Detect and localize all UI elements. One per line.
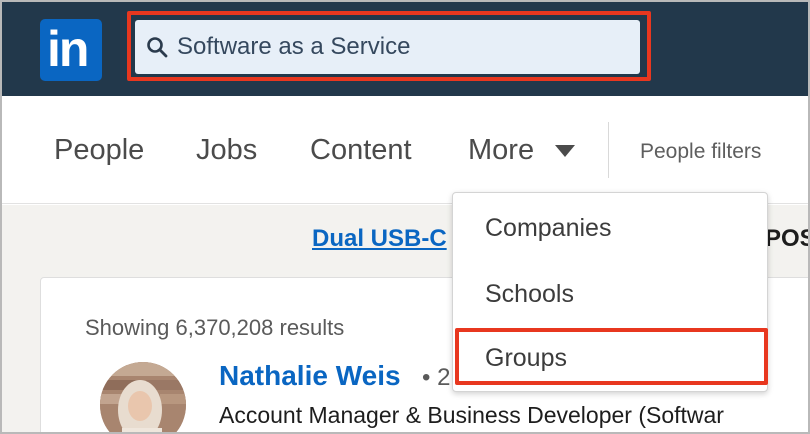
person-name-link[interactable]: Nathalie Weis — [219, 360, 401, 392]
groups-highlight-box — [455, 328, 768, 385]
ad-right-text: POS — [765, 225, 810, 252]
menu-item-companies[interactable]: Companies — [485, 213, 611, 243]
top-nav-bar: in Software as a Service — [0, 0, 810, 96]
person-headline: Account Manager & Business Developer (So… — [219, 402, 724, 428]
ad-link[interactable]: Dual USB-C — [312, 225, 447, 253]
tab-content[interactable]: Content — [310, 133, 412, 167]
menu-item-schools[interactable]: Schools — [485, 279, 574, 309]
tab-people[interactable]: People — [54, 133, 144, 167]
logo-text: in — [47, 21, 89, 77]
search-filter-tabs: People Jobs Content More People filters — [0, 96, 810, 204]
tab-more[interactable]: More — [468, 133, 534, 167]
results-count: Showing 6,370,208 results — [85, 315, 345, 340]
tab-jobs[interactable]: Jobs — [196, 133, 257, 167]
caret-down-icon[interactable] — [555, 145, 575, 157]
search-highlight-box — [127, 11, 651, 81]
connection-degree: • 2 — [422, 364, 451, 391]
linkedin-logo-icon[interactable]: in — [40, 19, 102, 81]
tabs-divider — [608, 122, 609, 178]
people-filters-button[interactable]: People filters — [640, 140, 761, 164]
